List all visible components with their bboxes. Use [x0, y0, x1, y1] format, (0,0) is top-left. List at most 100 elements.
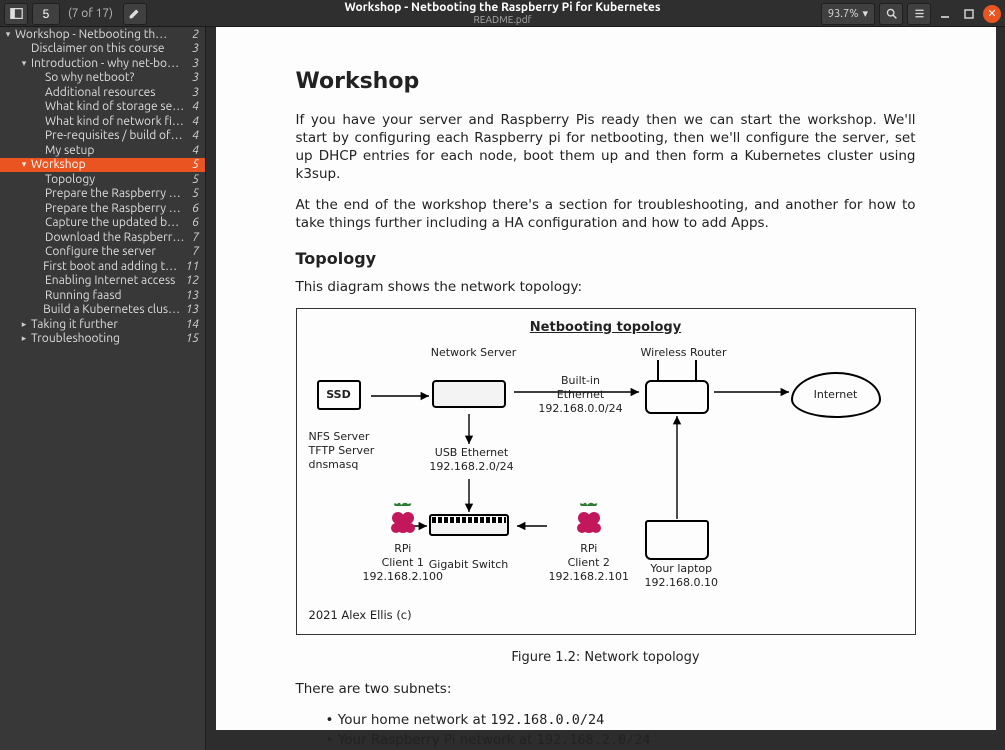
outline-page: 4 — [188, 100, 199, 113]
outline-label: Prepare the Raspberry Pi 3B+ fo… — [45, 202, 185, 215]
outline-item[interactable]: Disclaimer on this course 3 — [0, 42, 205, 57]
outline-item[interactable]: Pre-requisites / build of materials4 — [0, 129, 205, 144]
paragraph: At the end of the workshop there's a sec… — [296, 196, 916, 232]
figure-title: Netbooting topology — [309, 319, 903, 337]
figure-copyright: 2021 Alex Ellis (c) — [309, 608, 903, 624]
label-wireless-router: Wireless Router — [639, 346, 729, 360]
outline-page: 7 — [188, 245, 199, 258]
paragraph: There are two subnets: — [296, 680, 916, 698]
triangle-down-icon[interactable]: ▾ — [20, 58, 28, 69]
laptop-icon — [645, 520, 709, 560]
outline-label: Additional resources — [45, 86, 155, 99]
outline-item[interactable]: So why netboot? 3 — [0, 71, 205, 86]
label-builtin-eth: Built-in Ethernet 192.168.0.0/24 — [531, 374, 631, 415]
outline-item[interactable]: ▾Workshop - Netbooting the Raspber…2 — [0, 27, 205, 42]
outline-sidebar[interactable]: ▾Workshop - Netbooting the Raspber…2Disc… — [0, 27, 206, 750]
outline-item[interactable]: Additional resources 3 — [0, 85, 205, 100]
outline-item[interactable]: Prepare the Raspberry Pi 4 for n…5 — [0, 187, 205, 202]
outline-item[interactable]: Build a Kubernetes cluster with …13 — [0, 303, 205, 318]
list-item: Your Raspberry Pi network at 192.168.2.0… — [326, 731, 916, 749]
page-content: Workshop If you have your server and Ras… — [216, 27, 996, 730]
raspberry-pi-icon — [574, 502, 604, 536]
outline-label: Pre-requisites / build of materials — [45, 129, 185, 142]
page-number-input[interactable] — [32, 3, 60, 25]
ip-address: 192.168.2.0/24 — [537, 732, 651, 748]
outline-item[interactable]: Capture the updated boot firm…6 — [0, 216, 205, 231]
outline-page: 4 — [188, 144, 199, 157]
zoom-dropdown[interactable]: 93.7% ▾ — [821, 3, 875, 25]
outline-item[interactable]: Topology5 — [0, 172, 205, 187]
outline-page: 3 — [188, 86, 199, 99]
document-title: Workshop - Netbooting the Raspberry Pi f… — [344, 1, 660, 14]
triangle-down-icon[interactable]: ▾ — [20, 159, 28, 170]
list-item: Your home network at 192.168.0.0/24 — [326, 711, 916, 729]
outline-item[interactable]: Configure the server7 — [0, 245, 205, 260]
sidebar-toggle-button[interactable] — [4, 3, 28, 25]
label-tftp: TFTP Server — [309, 444, 399, 458]
outline-item[interactable]: My setup 4 — [0, 143, 205, 158]
outline-page: 6 — [188, 202, 199, 215]
label-dnsmasq: dnsmasq — [309, 458, 399, 472]
outline-page: 4 — [188, 115, 199, 128]
outline-page: 13 — [181, 303, 199, 316]
ip-address: 192.168.0.0/24 — [490, 712, 604, 728]
list-text: Your Raspberry Pi network at — [338, 732, 537, 748]
outline-page: 2 — [188, 28, 199, 41]
outline-page: 12 — [181, 274, 199, 287]
heading-topology: Topology — [296, 248, 916, 270]
outline-label: Running faasd — [45, 289, 122, 302]
outline-item[interactable]: First boot and adding the other …11 — [0, 259, 205, 274]
outline-page: 6 — [188, 216, 199, 229]
outline-label: What kind of storage server do I… — [45, 100, 185, 113]
paragraph: If you have your server and Raspberry Pi… — [296, 111, 916, 184]
window-minimize-button[interactable] — [935, 4, 955, 24]
triangle-right-icon[interactable]: ▸ — [20, 333, 28, 344]
outline-label: Disclaimer on this course — [31, 42, 165, 55]
triangle-right-icon[interactable]: ▸ — [20, 319, 28, 330]
triangle-down-icon[interactable]: ▾ — [4, 29, 12, 40]
label-network-server: Network Server — [429, 346, 519, 360]
outline-label: Troubleshooting — [31, 332, 120, 345]
label-rpi2: RPi Client 2 192.168.2.101 — [549, 542, 629, 583]
document-filename: README.pdf — [344, 14, 660, 25]
list-text: Your home network at — [338, 712, 491, 728]
outline-item[interactable]: Running faasd 13 — [0, 288, 205, 303]
outline-item[interactable]: Enabling Internet access12 — [0, 274, 205, 289]
wireless-router-icon — [645, 380, 709, 414]
window-close-button[interactable]: ✕ — [983, 5, 1001, 23]
page-area[interactable]: Workshop If you have your server and Ras… — [206, 27, 1005, 750]
annotate-button[interactable] — [123, 3, 147, 25]
outline-page: 3 — [188, 42, 199, 55]
window-maximize-button[interactable] — [959, 4, 979, 24]
topology-diagram: Network Server Wireless Router SSD NFS S… — [309, 344, 903, 604]
server-icon — [432, 380, 506, 408]
outline-item[interactable]: What kind of network filesyste…4 — [0, 114, 205, 129]
hamburger-menu-button[interactable] — [907, 3, 931, 25]
outline-page: 5 — [188, 187, 199, 200]
outline-item[interactable]: What kind of storage server do I…4 — [0, 100, 205, 115]
label-nfs: NFS Server — [309, 430, 399, 444]
outline-page: 13 — [181, 289, 199, 302]
outline-label: My setup — [45, 144, 94, 157]
outline-label: Taking it further — [31, 318, 118, 331]
label-usb-eth: USB Ethernet 192.168.2.0/24 — [427, 446, 517, 474]
raspberry-pi-icon — [388, 502, 418, 536]
search-button[interactable] — [879, 3, 903, 25]
outline-page: 3 — [188, 71, 199, 84]
outline-item[interactable]: ▾Workshop5 — [0, 158, 205, 173]
outline-page: 7 — [188, 231, 199, 244]
topology-figure: Netbooting topology — [296, 308, 916, 635]
outline-item[interactable]: ▾Introduction - why net-boot the RPi?3 — [0, 56, 205, 71]
outline-page: 3 — [188, 57, 199, 70]
outline-page: 15 — [181, 332, 199, 345]
outline-label: Build a Kubernetes cluster with … — [43, 303, 181, 316]
outline-item[interactable]: ▸Troubleshooting 15 — [0, 332, 205, 347]
heading-workshop: Workshop — [296, 67, 916, 97]
outline-item[interactable]: ▸Taking it further14 — [0, 317, 205, 332]
label-laptop: Your laptop 192.168.0.10 — [645, 562, 718, 590]
figure-caption: Figure 1.2: Network topology — [296, 649, 916, 667]
outline-item[interactable]: Prepare the Raspberry Pi 3B+ fo…6 — [0, 201, 205, 216]
outline-item[interactable]: Download the Raspberry Pi OS L…7 — [0, 230, 205, 245]
outline-label: What kind of network filesyste… — [45, 115, 185, 128]
outline-label: So why netboot? — [45, 71, 134, 84]
